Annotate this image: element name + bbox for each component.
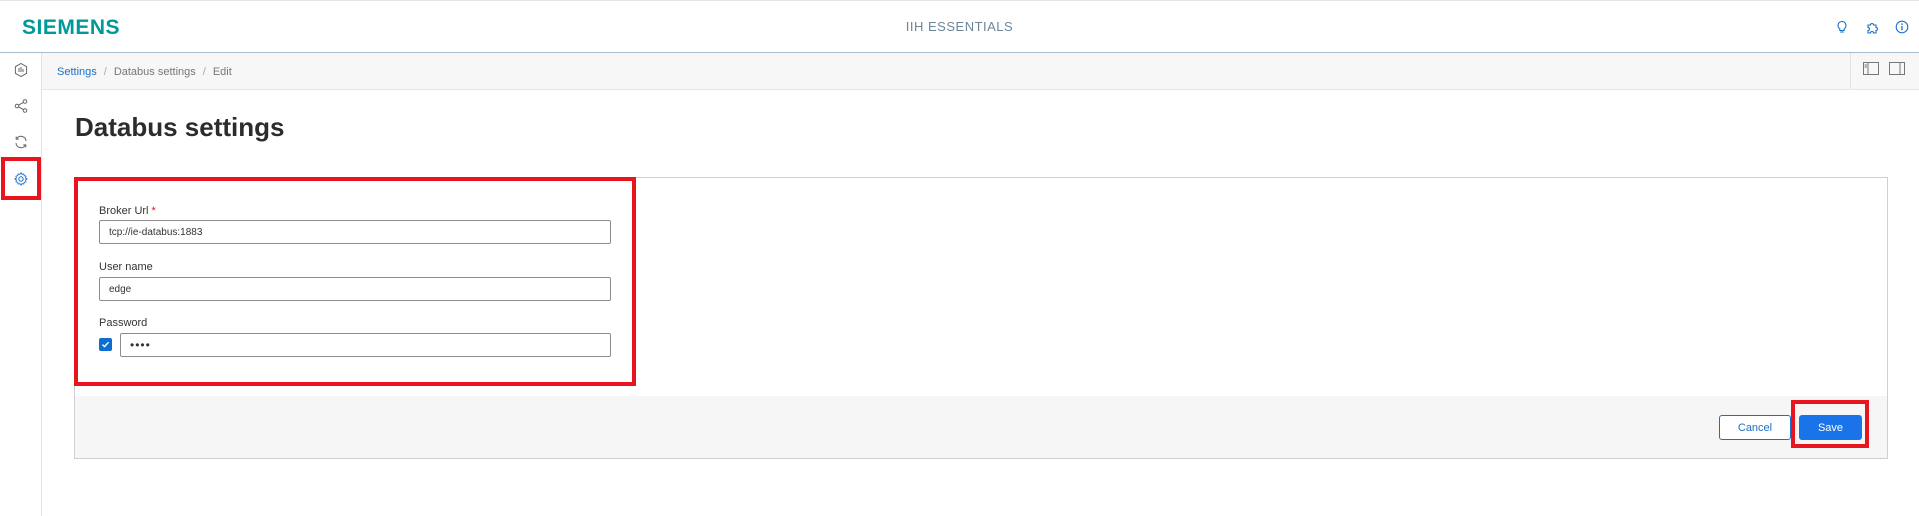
top-bar: SIEMENS IIH ESSENTIALS xyxy=(0,0,1919,53)
settings-highlight-box xyxy=(1,157,41,200)
hexagon-chart-icon[interactable] xyxy=(5,55,37,85)
breadcrumb: Settings / Databus settings / Edit xyxy=(57,66,232,78)
breadcrumb-bar: Settings / Databus settings / Edit xyxy=(42,53,1919,90)
form-highlight-box xyxy=(74,177,636,386)
lightbulb-icon[interactable] xyxy=(1833,18,1851,36)
breadcrumb-settings[interactable]: Settings xyxy=(57,66,97,78)
breadcrumb-edit: Edit xyxy=(212,66,232,78)
card-footer xyxy=(75,396,1887,458)
info-icon[interactable] xyxy=(1893,18,1911,36)
breadcrumb-separator: / xyxy=(103,66,107,78)
breadcrumb-databus-settings: Databus settings xyxy=(113,66,196,78)
panel-right-icon[interactable] xyxy=(1889,62,1905,80)
left-navigation-rail xyxy=(0,53,42,516)
panel-left-icon[interactable] xyxy=(1863,62,1879,80)
sync-icon[interactable] xyxy=(5,127,37,157)
layout-toggle-group xyxy=(1850,53,1919,89)
top-right-icons xyxy=(1833,18,1911,36)
save-highlight-box xyxy=(1791,400,1869,448)
page-title: Databus settings xyxy=(75,112,285,142)
cancel-button[interactable]: Cancel xyxy=(1719,415,1791,440)
share-nodes-icon[interactable] xyxy=(5,91,37,121)
app-title: IIH ESSENTIALS xyxy=(905,19,1014,34)
breadcrumb-separator: / xyxy=(202,66,206,78)
puzzle-icon[interactable] xyxy=(1863,18,1881,36)
